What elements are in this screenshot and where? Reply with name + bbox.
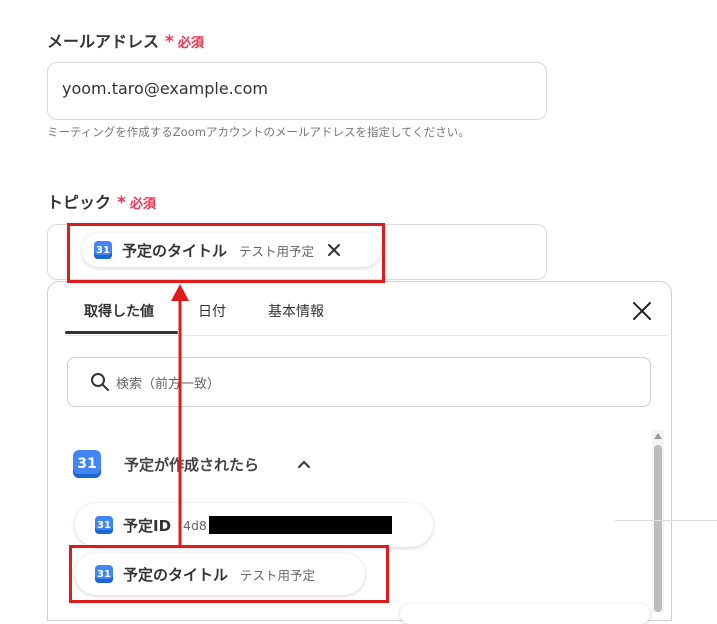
list-item-partial[interactable] — [400, 604, 650, 624]
highlight-box-topic-chip — [67, 223, 385, 283]
close-icon[interactable] — [632, 301, 652, 321]
highlight-box-list-item — [69, 545, 389, 603]
scroll-up-arrow-icon[interactable] — [654, 433, 662, 439]
required-badge: 必須 — [129, 197, 156, 212]
chevron-up-icon[interactable] — [297, 459, 311, 469]
list-item-label: 予定ID — [123, 516, 172, 535]
search-icon — [91, 373, 109, 391]
background-divider — [615, 520, 717, 521]
calendar-icon: 31 — [95, 516, 113, 534]
active-tab-indicator — [65, 331, 178, 334]
tab-basic-info[interactable]: 基本情報 — [268, 301, 324, 321]
redaction-bar — [208, 516, 392, 534]
tabs-divider — [65, 335, 667, 336]
email-label-text: メールアドレス — [47, 32, 160, 51]
tab-date[interactable]: 日付 — [198, 301, 226, 321]
email-field-label: メールアドレス * 必須 — [47, 28, 204, 52]
scrollbar-thumb[interactable] — [654, 445, 662, 612]
email-input-value: yoom.taro@example.com — [62, 79, 268, 98]
section-title[interactable]: 予定が作成されたら — [124, 454, 259, 475]
required-star-icon: * — [165, 32, 174, 52]
topic-label-text: トピック — [47, 193, 112, 212]
list-item-event-id[interactable]: 31 予定ID 4d8 — [75, 503, 433, 547]
search-placeholder: 検索（前方一致） — [116, 376, 221, 392]
email-input[interactable]: yoom.taro@example.com — [47, 62, 547, 120]
arrow-up-icon — [171, 284, 189, 545]
tab-retrieved-values[interactable]: 取得した値 — [84, 301, 154, 321]
topic-field-label: トピック * 必須 — [47, 189, 156, 213]
email-hint: ミーティングを作成するZoomアカウントのメールアドレスを指定してください。 — [47, 125, 470, 139]
search-input[interactable]: 検索（前方一致） — [67, 357, 651, 407]
required-star-icon: * — [117, 193, 126, 213]
required-badge: 必須 — [177, 36, 204, 51]
calendar-icon: 31 — [73, 450, 101, 478]
